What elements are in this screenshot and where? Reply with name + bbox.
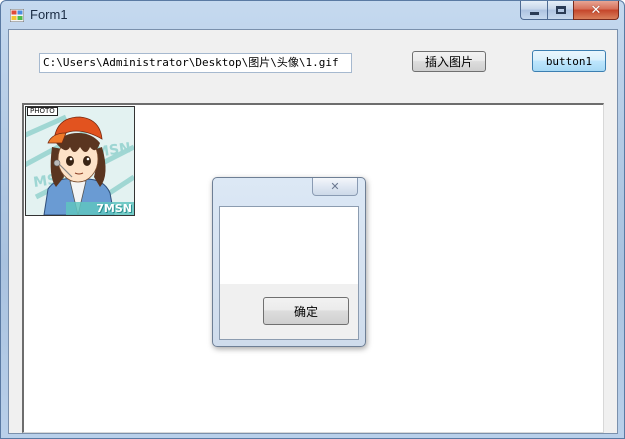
close-icon: ✕ [330, 180, 340, 193]
title-bar[interactable]: Form1 ✕ [1, 1, 624, 29]
ok-button[interactable]: 确定 [263, 297, 349, 325]
cartoon-avatar-image: MSN MSN [26, 107, 134, 215]
maximize-icon [555, 6, 566, 14]
minimize-icon [529, 11, 539, 15]
dialog-body: 确定 [219, 206, 359, 340]
path-textbox[interactable]: C:\Users\Administrator\Desktop\图片\头像\1.g… [39, 53, 352, 73]
minimize-button[interactable] [520, 1, 547, 20]
close-icon: ✕ [590, 2, 602, 18]
dialog-close-button[interactable]: ✕ [312, 178, 358, 196]
message-dialog: ✕ 确定 [212, 177, 366, 347]
button1[interactable]: button1 [532, 50, 606, 72]
dialog-message-area [220, 207, 358, 284]
close-button[interactable]: ✕ [573, 1, 619, 20]
avatar-image: MSN MSN PHOTO 7MSN [25, 106, 135, 216]
photo-label: PHOTO [27, 107, 58, 116]
window-title: Form1 [30, 7, 68, 22]
brand-label: 7MSN [96, 202, 132, 215]
insert-image-button[interactable]: 插入图片 [412, 51, 486, 72]
maximize-button[interactable] [547, 1, 573, 20]
app-icon [10, 9, 24, 22]
caption-buttons: ✕ [520, 1, 619, 20]
